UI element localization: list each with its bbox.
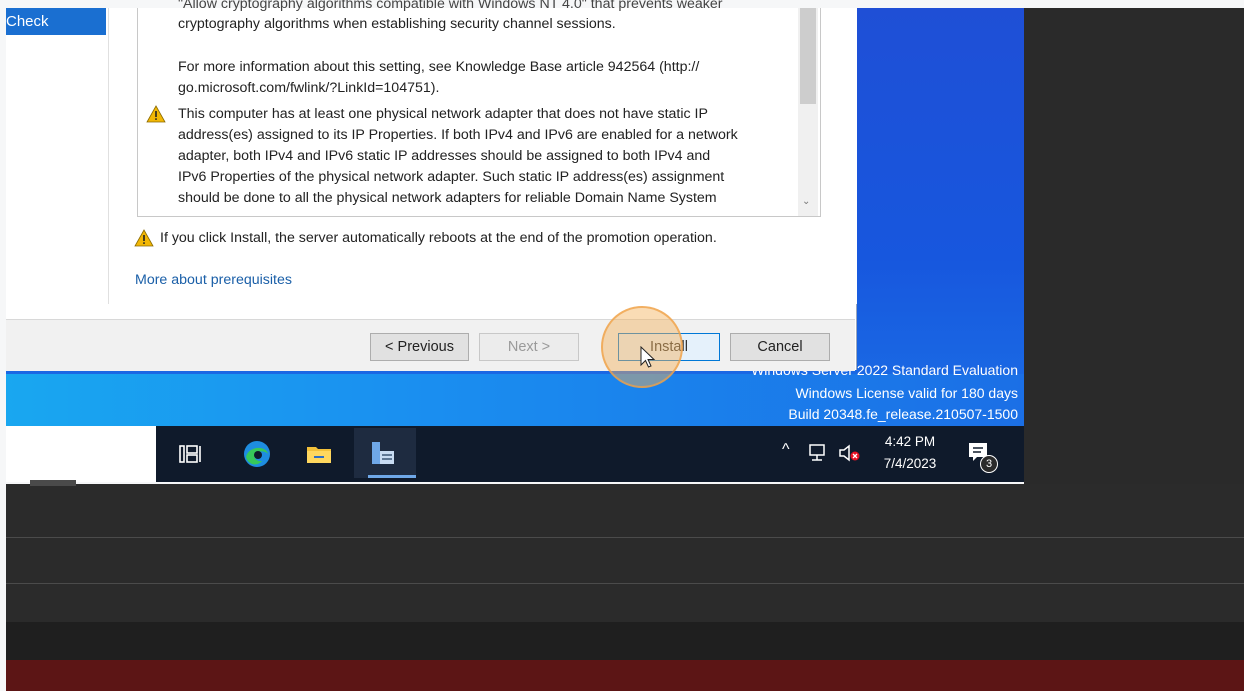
nav-item-prerequisites-check[interactable]: Check xyxy=(6,8,106,35)
editor-side-panel xyxy=(1024,8,1244,484)
task-view-icon[interactable] xyxy=(174,437,208,471)
mouse-cursor-icon xyxy=(640,345,656,375)
chevron-up-icon[interactable]: ^ xyxy=(782,441,790,459)
warning-text-line: IPv6 Properties of the physical network … xyxy=(178,169,725,185)
next-button[interactable]: Next > xyxy=(479,333,579,361)
license-text: Windows License valid for 180 days xyxy=(795,385,1018,401)
scroll-down-arrow-icon[interactable]: ⌄ xyxy=(802,196,810,207)
more-about-prerequisites-link[interactable]: More about prerequisites xyxy=(135,272,292,288)
notification-badge: 3 xyxy=(980,455,998,473)
result-text-line: cryptography algorithms when establishin… xyxy=(178,16,616,32)
previous-button[interactable]: < Previous xyxy=(370,333,469,361)
reboot-warning-text: If you click Install, the server automat… xyxy=(160,230,717,246)
volume-muted-icon[interactable] xyxy=(838,443,864,468)
recording-bar xyxy=(6,660,1244,691)
network-icon[interactable] xyxy=(808,443,830,468)
divider xyxy=(6,583,1244,584)
wizard-sidebar xyxy=(6,8,108,304)
clock-date[interactable]: 7/4/2023 xyxy=(870,456,950,471)
cancel-button[interactable]: Cancel xyxy=(730,333,830,361)
divider xyxy=(6,537,1244,538)
build-text: Build 20348.fe_release.210507-1500 xyxy=(788,406,1018,422)
kb-text-line: For more information about this setting,… xyxy=(178,59,700,75)
warning-text-line: This computer has at least one physical … xyxy=(178,106,708,122)
clock-time[interactable]: 4:42 PM xyxy=(870,434,950,449)
clip-mask xyxy=(138,205,798,216)
active-indicator xyxy=(368,475,416,478)
scrollbar-thumb[interactable] xyxy=(800,8,816,104)
timeline-track xyxy=(6,622,1244,660)
warning-text-line: adapter, both IPv4 and IPv6 static IP ad… xyxy=(178,148,711,164)
kb-text-line: go.microsoft.com/fwlink/?LinkId=104751). xyxy=(178,80,440,96)
warning-icon xyxy=(134,229,154,247)
warning-text-line: address(es) assigned to its IP Propertie… xyxy=(178,127,738,143)
result-text-line: "Allow cryptography algorithms compatibl… xyxy=(178,0,723,12)
file-explorer-icon[interactable] xyxy=(302,437,336,471)
panel-tab[interactable] xyxy=(30,480,76,486)
warning-icon xyxy=(146,105,166,123)
server-manager-icon[interactable] xyxy=(366,437,400,471)
taskbar-left-area xyxy=(6,426,156,482)
edge-icon[interactable] xyxy=(240,437,274,471)
